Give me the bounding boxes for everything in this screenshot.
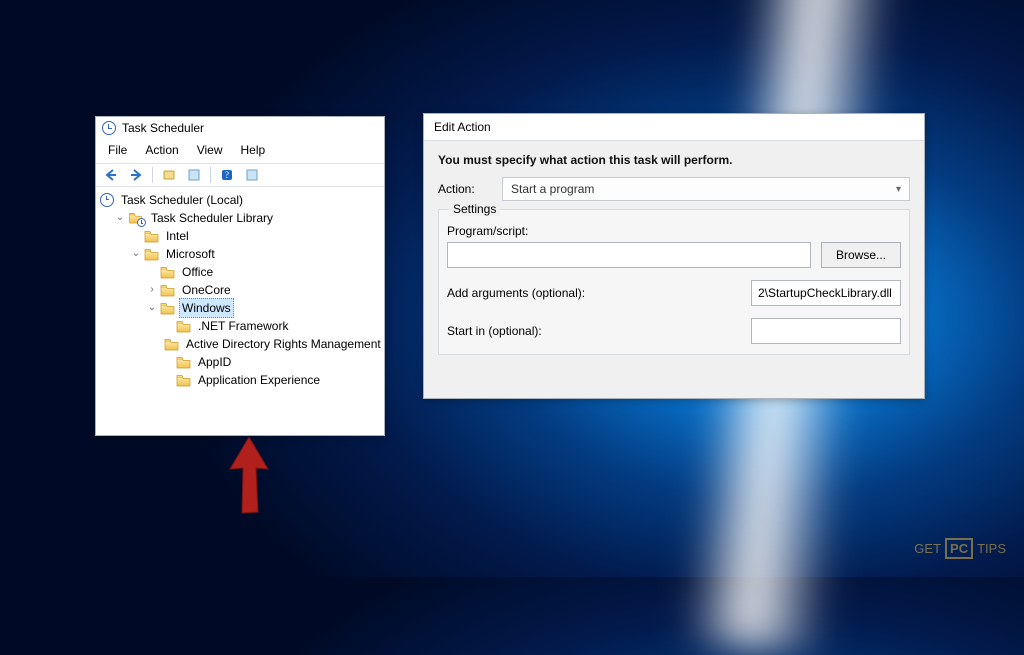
tree-view: Task Scheduler (Local) ⌄ Task Scheduler …	[96, 187, 384, 393]
tree-windows-label: Windows	[179, 298, 234, 318]
tree-microsoft-label: Microsoft	[163, 245, 218, 263]
folder-icon	[160, 284, 175, 297]
watermark: GETPCTIPS	[914, 538, 1006, 559]
toolbar-button-2[interactable]	[183, 166, 205, 184]
folder-icon	[176, 320, 191, 333]
dialog-title: Edit Action	[424, 114, 924, 141]
action-dropdown-value: Start a program	[511, 182, 594, 196]
collapse-icon[interactable]: ⌄	[146, 299, 158, 317]
menu-help[interactable]: Help	[233, 141, 274, 159]
browse-button[interactable]: Browse...	[821, 242, 901, 268]
tree-appexp-label: Application Experience	[195, 371, 323, 389]
nav-forward-button[interactable]	[125, 166, 147, 184]
toolbar-separator	[210, 167, 211, 183]
startin-input[interactable]	[751, 318, 901, 344]
folder-icon	[144, 230, 159, 243]
tree-library-label: Task Scheduler Library	[148, 209, 276, 227]
svg-text:?: ?	[225, 170, 229, 180]
library-icon	[128, 211, 144, 225]
clock-icon	[102, 121, 116, 135]
tree-appid-label: AppID	[195, 353, 234, 371]
toolbar: ?	[96, 163, 384, 187]
tree-onecore-label: OneCore	[179, 281, 234, 299]
clock-icon	[100, 193, 114, 207]
chevron-down-icon: ▾	[896, 184, 901, 195]
toolbar-button-3[interactable]	[241, 166, 263, 184]
folder-icon	[176, 356, 191, 369]
action-dropdown[interactable]: Start a program ▾	[502, 177, 910, 201]
menu-file[interactable]: File	[100, 141, 135, 159]
folder-icon	[160, 266, 175, 279]
menu-bar: File Action View Help	[96, 139, 384, 163]
tree-root[interactable]: Task Scheduler (Local)	[98, 191, 382, 209]
tree-root-label: Task Scheduler (Local)	[118, 191, 246, 209]
tree-windows[interactable]: ⌄ Windows	[146, 299, 382, 317]
folder-icon	[164, 338, 179, 351]
tree-microsoft[interactable]: ⌄ Microsoft	[130, 245, 382, 263]
startin-label: Start in (optional):	[447, 324, 542, 338]
toolbar-separator	[152, 167, 153, 183]
tree-intel[interactable]: Intel	[130, 227, 382, 245]
tree-appid[interactable]: AppID	[162, 353, 382, 371]
task-scheduler-window: Task Scheduler File Action View Help ? T…	[95, 116, 385, 436]
tree-office[interactable]: Office	[146, 263, 382, 281]
action-label: Action:	[438, 182, 492, 196]
tree-office-label: Office	[179, 263, 216, 281]
nav-back-button[interactable]	[100, 166, 122, 184]
tree-library[interactable]: ⌄ Task Scheduler Library	[114, 209, 382, 227]
folder-icon	[176, 374, 191, 387]
tree-intel-label: Intel	[163, 227, 192, 245]
tree-onecore[interactable]: › OneCore	[146, 281, 382, 299]
program-input[interactable]	[447, 242, 811, 268]
settings-group-label: Settings	[449, 202, 500, 216]
tree-adrm-label: Active Directory Rights Management	[183, 335, 384, 353]
window-titlebar: Task Scheduler	[96, 117, 384, 139]
tree-adrm[interactable]: Active Directory Rights Management	[162, 335, 382, 353]
annotation-arrow-icon	[228, 437, 270, 515]
settings-group: Settings Program/script: Browse... Add a…	[438, 209, 910, 355]
tree-netfx-label: .NET Framework	[195, 317, 291, 335]
toolbar-button-1[interactable]	[158, 166, 180, 184]
folder-icon	[144, 248, 159, 261]
arguments-label: Add arguments (optional):	[447, 286, 585, 300]
tree-netfx[interactable]: .NET Framework	[162, 317, 382, 335]
menu-view[interactable]: View	[189, 141, 231, 159]
expand-icon[interactable]: ›	[146, 281, 158, 299]
dialog-subtitle: You must specify what action this task w…	[424, 141, 924, 177]
collapse-icon[interactable]: ⌄	[130, 245, 142, 263]
menu-action[interactable]: Action	[137, 141, 186, 159]
collapse-icon[interactable]: ⌄	[114, 209, 126, 227]
window-title-text: Task Scheduler	[122, 121, 204, 135]
tree-appexp[interactable]: Application Experience	[162, 371, 382, 389]
program-label: Program/script:	[447, 224, 901, 238]
help-button[interactable]: ?	[216, 166, 238, 184]
folder-icon	[160, 302, 175, 315]
edit-action-dialog: Edit Action You must specify what action…	[423, 113, 925, 399]
arguments-input[interactable]	[751, 280, 901, 306]
